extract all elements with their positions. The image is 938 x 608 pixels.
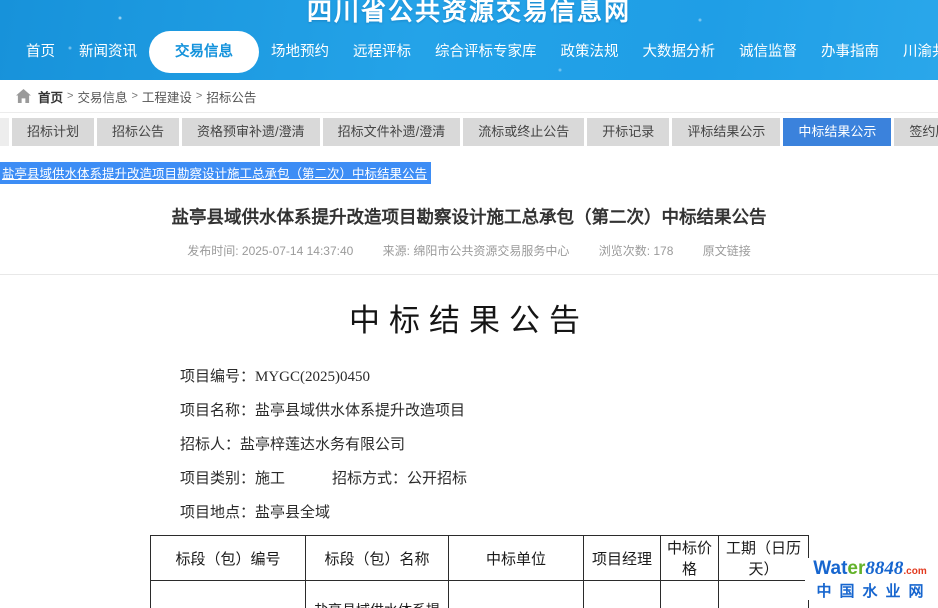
home-icon [16,89,31,103]
article-title: 盐亭县域供水体系提升改造项目勘察设计施工总承包（第二次）中标结果公告 [30,204,908,229]
field-category-and-method: 项目类别：施工招标方式：公开招标 [180,467,938,488]
nav-item-news[interactable]: 新闻资讯 [67,31,149,73]
nav-item-venue-booking[interactable]: 场地预约 [259,31,341,73]
breadcrumb-separator: > [196,90,202,102]
col-project-manager: 项目经理 [584,536,661,581]
cell-bid-price: 90.50% [661,581,719,608]
cell-winning-bidder: 中电建路桥集团有限公司 [449,581,584,608]
source: 来源: 绵阳市公共资源交易服务中心 [383,244,570,258]
water8848-logo: Water8848.com [805,558,935,582]
tab-bid-opening-record[interactable]: 开标记录 [587,118,669,146]
nav-item-trade-info[interactable]: 交易信息 [149,31,259,73]
article-meta: 发布时间: 2025-07-14 14:37:40 来源: 绵阳市公共资源交易服… [0,242,938,259]
publish-time: 发布时间: 2025-07-14 14:37:40 [187,244,353,258]
tab-evaluation-result[interactable]: 评标结果公示 [672,118,780,146]
col-duration: 工期（日历天） [719,536,809,581]
breadcrumb-tender-notice[interactable]: 招标公告 [206,87,256,106]
nav-item-big-data[interactable]: 大数据分析 [631,31,728,73]
tab-tender-notice[interactable]: 招标公告 [97,118,179,146]
breadcrumb-home[interactable]: 首页 [38,87,63,106]
meta-divider [0,274,938,275]
tab-bar-spacer [0,118,9,146]
table-row: MYGC(2025)0450-001 盐亭县域供水体系提升改造项目勘察设计施工总… [151,581,809,608]
china-water-industry-label: 中国水业网 [805,583,935,600]
site-header: 四川省公共资源交易信息网 首页 新闻资讯 交易信息 场地预约 远程评标 综合评标… [0,0,938,80]
main-nav: 首页 新闻资讯 交易信息 场地预约 远程评标 综合评标专家库 政策法规 大数据分… [0,28,938,76]
selected-announcement-link[interactable]: 盐亭县域供水体系提升改造项目勘察设计施工总承包（第二次）中标结果公告 [0,162,431,184]
table-header-row: 标段（包）编号 标段（包）名称 中标单位 项目经理 中标价格 工期（日历天） [151,536,809,581]
tab-failed-or-terminated[interactable]: 流标或终止公告 [463,118,584,146]
tab-contract-performance[interactable]: 签约履行 [894,118,938,146]
nav-item-guide[interactable]: 办事指南 [809,31,891,73]
cell-duration: 1080 [719,581,809,608]
nav-item-integrity[interactable]: 诚信监督 [727,31,809,73]
tab-bar: 招标计划 招标公告 资格预审补遗/澄清 招标文件补遗/澄清 流标或终止公告 开标… [0,118,938,146]
nav-item-remote-evaluation[interactable]: 远程评标 [341,31,423,73]
cell-section-number: MYGC(2025)0450-001 [151,581,306,608]
nav-item-chuanyu[interactable]: 川渝共 [891,31,938,73]
breadcrumb: 首页 > 交易信息 > 工程建设 > 招标公告 [0,80,938,113]
nav-item-policies[interactable]: 政策法规 [549,31,631,73]
field-tenderee: 招标人：盐亭梓莲达水务有限公司 [180,433,938,454]
col-winning-bidder: 中标单位 [449,536,584,581]
col-bid-price: 中标价格 [661,536,719,581]
nav-item-home[interactable]: 首页 [14,31,67,73]
original-link[interactable]: 原文链接 [703,244,751,258]
field-project-name: 项目名称：盐亭县域供水体系提升改造项目 [180,399,938,420]
nav-item-expert-pool[interactable]: 综合评标专家库 [423,31,549,73]
notice-heading: 中标结果公告 [0,295,938,340]
tab-document-addendum[interactable]: 招标文件补遗/澄清 [323,118,461,146]
field-project-number: 项目编号：MYGC(2025)0450 [180,365,938,386]
col-section-name: 标段（包）名称 [306,536,449,581]
tab-award-result[interactable]: 中标结果公示 [783,118,891,146]
article: 盐亭县域供水体系提升改造项目勘察设计施工总承包（第二次）中标结果公告 盐亭县域供… [0,146,938,608]
tab-tender-plan[interactable]: 招标计划 [12,118,94,146]
water8848-watermark: Water8848.com 中国水业网 [805,558,935,600]
cell-project-manager: 符丽丹 [584,581,661,608]
view-count: 浏览次数: 178 [599,244,674,258]
project-fields: 项目编号：MYGC(2025)0450 项目名称：盐亭县域供水体系提升改造项目 … [180,365,938,522]
award-result-table: 标段（包）编号 标段（包）名称 中标单位 项目经理 中标价格 工期（日历天） M… [150,535,809,608]
breadcrumb-separator: > [67,90,73,102]
tab-prequalification-addendum[interactable]: 资格预审补遗/澄清 [182,118,320,146]
col-section-number: 标段（包）编号 [151,536,306,581]
cell-section-name: 盐亭县域供水体系提升改造项目勘察设计施工总承包（第二 [306,581,449,608]
breadcrumb-trade-info[interactable]: 交易信息 [77,87,127,106]
breadcrumb-engineering[interactable]: 工程建设 [142,87,192,106]
breadcrumb-separator: > [131,90,137,102]
site-title: 四川省公共资源交易信息网 [0,0,938,28]
field-project-location: 项目地点：盐亭县全域 [180,501,938,522]
